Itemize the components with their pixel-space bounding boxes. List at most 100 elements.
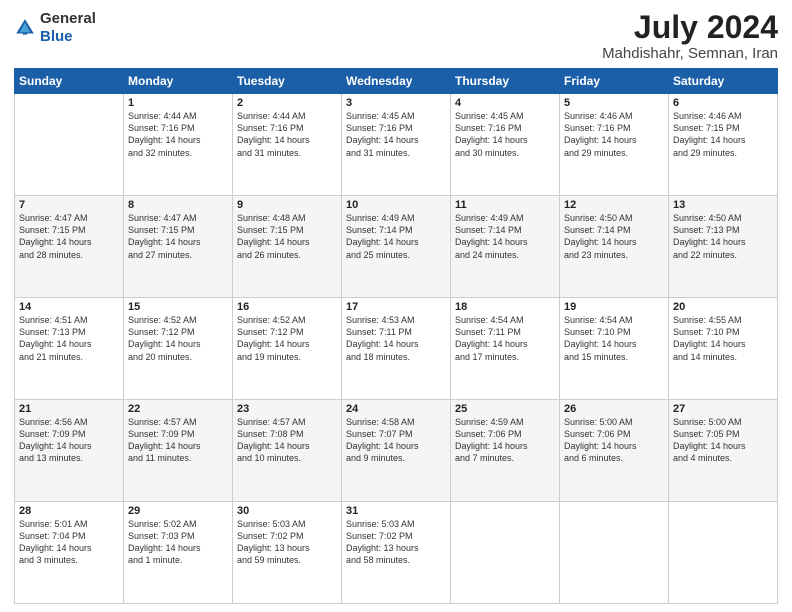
calendar-cell: 23Sunrise: 4:57 AM Sunset: 7:08 PM Dayli… xyxy=(233,400,342,502)
cell-date-number: 21 xyxy=(19,403,119,415)
calendar-cell: 19Sunrise: 4:54 AM Sunset: 7:10 PM Dayli… xyxy=(560,298,669,400)
cell-date-number: 28 xyxy=(19,505,119,517)
calendar-cell: 30Sunrise: 5:03 AM Sunset: 7:02 PM Dayli… xyxy=(233,502,342,604)
calendar-cell: 6Sunrise: 4:46 AM Sunset: 7:15 PM Daylig… xyxy=(669,94,778,196)
calendar-cell: 4Sunrise: 4:45 AM Sunset: 7:16 PM Daylig… xyxy=(451,94,560,196)
calendar-cell: 18Sunrise: 4:54 AM Sunset: 7:11 PM Dayli… xyxy=(451,298,560,400)
cell-date-number: 16 xyxy=(237,301,337,313)
calendar-cell: 1Sunrise: 4:44 AM Sunset: 7:16 PM Daylig… xyxy=(124,94,233,196)
cell-date-number: 22 xyxy=(128,403,228,415)
calendar-week-row: 21Sunrise: 4:56 AM Sunset: 7:09 PM Dayli… xyxy=(15,400,778,502)
cell-info: Sunrise: 4:50 AM Sunset: 7:14 PM Dayligh… xyxy=(564,212,664,261)
day-header-thursday: Thursday xyxy=(451,69,560,94)
calendar-cell xyxy=(451,502,560,604)
cell-info: Sunrise: 4:54 AM Sunset: 7:10 PM Dayligh… xyxy=(564,314,664,363)
cell-date-number: 1 xyxy=(128,97,228,109)
calendar-cell xyxy=(15,94,124,196)
day-header-wednesday: Wednesday xyxy=(342,69,451,94)
cell-info: Sunrise: 5:03 AM Sunset: 7:02 PM Dayligh… xyxy=(346,518,446,567)
cell-date-number: 26 xyxy=(564,403,664,415)
calendar-cell: 10Sunrise: 4:49 AM Sunset: 7:14 PM Dayli… xyxy=(342,196,451,298)
calendar-cell: 12Sunrise: 4:50 AM Sunset: 7:14 PM Dayli… xyxy=(560,196,669,298)
cell-info: Sunrise: 4:49 AM Sunset: 7:14 PM Dayligh… xyxy=(346,212,446,261)
calendar-week-row: 1Sunrise: 4:44 AM Sunset: 7:16 PM Daylig… xyxy=(15,94,778,196)
cell-info: Sunrise: 4:53 AM Sunset: 7:11 PM Dayligh… xyxy=(346,314,446,363)
cell-info: Sunrise: 4:46 AM Sunset: 7:15 PM Dayligh… xyxy=(673,110,773,159)
cell-info: Sunrise: 4:56 AM Sunset: 7:09 PM Dayligh… xyxy=(19,416,119,465)
cell-info: Sunrise: 4:52 AM Sunset: 7:12 PM Dayligh… xyxy=(128,314,228,363)
cell-info: Sunrise: 4:46 AM Sunset: 7:16 PM Dayligh… xyxy=(564,110,664,159)
cell-date-number: 30 xyxy=(237,505,337,517)
cell-date-number: 8 xyxy=(128,199,228,211)
calendar-cell: 24Sunrise: 4:58 AM Sunset: 7:07 PM Dayli… xyxy=(342,400,451,502)
cell-date-number: 4 xyxy=(455,97,555,109)
cell-info: Sunrise: 4:57 AM Sunset: 7:09 PM Dayligh… xyxy=(128,416,228,465)
logo-blue: Blue xyxy=(40,28,73,45)
logo-text: General Blue xyxy=(40,10,96,46)
calendar-cell: 7Sunrise: 4:47 AM Sunset: 7:15 PM Daylig… xyxy=(15,196,124,298)
day-header-tuesday: Tuesday xyxy=(233,69,342,94)
cell-info: Sunrise: 4:50 AM Sunset: 7:13 PM Dayligh… xyxy=(673,212,773,261)
calendar-cell: 26Sunrise: 5:00 AM Sunset: 7:06 PM Dayli… xyxy=(560,400,669,502)
day-header-saturday: Saturday xyxy=(669,69,778,94)
header: General Blue July 2024 Mahdishahr, Semna… xyxy=(14,10,778,62)
cell-date-number: 24 xyxy=(346,403,446,415)
cell-info: Sunrise: 4:48 AM Sunset: 7:15 PM Dayligh… xyxy=(237,212,337,261)
cell-info: Sunrise: 4:59 AM Sunset: 7:06 PM Dayligh… xyxy=(455,416,555,465)
cell-info: Sunrise: 4:44 AM Sunset: 7:16 PM Dayligh… xyxy=(128,110,228,159)
calendar-cell: 11Sunrise: 4:49 AM Sunset: 7:14 PM Dayli… xyxy=(451,196,560,298)
cell-date-number: 6 xyxy=(673,97,773,109)
cell-date-number: 10 xyxy=(346,199,446,211)
calendar-cell: 31Sunrise: 5:03 AM Sunset: 7:02 PM Dayli… xyxy=(342,502,451,604)
cell-info: Sunrise: 4:44 AM Sunset: 7:16 PM Dayligh… xyxy=(237,110,337,159)
cell-date-number: 19 xyxy=(564,301,664,313)
day-header-friday: Friday xyxy=(560,69,669,94)
cell-info: Sunrise: 4:58 AM Sunset: 7:07 PM Dayligh… xyxy=(346,416,446,465)
cell-info: Sunrise: 4:57 AM Sunset: 7:08 PM Dayligh… xyxy=(237,416,337,465)
calendar-header-row: SundayMondayTuesdayWednesdayThursdayFrid… xyxy=(15,69,778,94)
cell-date-number: 25 xyxy=(455,403,555,415)
calendar-cell: 16Sunrise: 4:52 AM Sunset: 7:12 PM Dayli… xyxy=(233,298,342,400)
cell-date-number: 2 xyxy=(237,97,337,109)
calendar-cell: 15Sunrise: 4:52 AM Sunset: 7:12 PM Dayli… xyxy=(124,298,233,400)
cell-info: Sunrise: 5:03 AM Sunset: 7:02 PM Dayligh… xyxy=(237,518,337,567)
cell-info: Sunrise: 4:49 AM Sunset: 7:14 PM Dayligh… xyxy=(455,212,555,261)
sub-title: Mahdishahr, Semnan, Iran xyxy=(602,45,778,62)
cell-info: Sunrise: 4:45 AM Sunset: 7:16 PM Dayligh… xyxy=(455,110,555,159)
cell-date-number: 15 xyxy=(128,301,228,313)
calendar-cell: 25Sunrise: 4:59 AM Sunset: 7:06 PM Dayli… xyxy=(451,400,560,502)
cell-date-number: 7 xyxy=(19,199,119,211)
cell-date-number: 3 xyxy=(346,97,446,109)
cell-info: Sunrise: 5:00 AM Sunset: 7:05 PM Dayligh… xyxy=(673,416,773,465)
calendar-cell: 3Sunrise: 4:45 AM Sunset: 7:16 PM Daylig… xyxy=(342,94,451,196)
cell-date-number: 14 xyxy=(19,301,119,313)
cell-date-number: 5 xyxy=(564,97,664,109)
calendar-cell: 29Sunrise: 5:02 AM Sunset: 7:03 PM Dayli… xyxy=(124,502,233,604)
calendar-table: SundayMondayTuesdayWednesdayThursdayFrid… xyxy=(14,68,778,604)
calendar-cell: 21Sunrise: 4:56 AM Sunset: 7:09 PM Dayli… xyxy=(15,400,124,502)
logo-general: General xyxy=(40,10,96,27)
page: General Blue July 2024 Mahdishahr, Semna… xyxy=(0,0,792,612)
cell-date-number: 12 xyxy=(564,199,664,211)
cell-date-number: 11 xyxy=(455,199,555,211)
calendar-cell: 2Sunrise: 4:44 AM Sunset: 7:16 PM Daylig… xyxy=(233,94,342,196)
cell-info: Sunrise: 4:54 AM Sunset: 7:11 PM Dayligh… xyxy=(455,314,555,363)
cell-info: Sunrise: 4:45 AM Sunset: 7:16 PM Dayligh… xyxy=(346,110,446,159)
day-header-sunday: Sunday xyxy=(15,69,124,94)
cell-date-number: 23 xyxy=(237,403,337,415)
cell-info: Sunrise: 4:47 AM Sunset: 7:15 PM Dayligh… xyxy=(19,212,119,261)
cell-info: Sunrise: 4:47 AM Sunset: 7:15 PM Dayligh… xyxy=(128,212,228,261)
title-block: July 2024 Mahdishahr, Semnan, Iran xyxy=(602,10,778,62)
calendar-cell: 28Sunrise: 5:01 AM Sunset: 7:04 PM Dayli… xyxy=(15,502,124,604)
calendar-cell: 27Sunrise: 5:00 AM Sunset: 7:05 PM Dayli… xyxy=(669,400,778,502)
calendar-week-row: 14Sunrise: 4:51 AM Sunset: 7:13 PM Dayli… xyxy=(15,298,778,400)
main-title: July 2024 xyxy=(602,10,778,45)
logo: General Blue xyxy=(14,10,96,46)
cell-info: Sunrise: 5:01 AM Sunset: 7:04 PM Dayligh… xyxy=(19,518,119,567)
calendar-cell: 22Sunrise: 4:57 AM Sunset: 7:09 PM Dayli… xyxy=(124,400,233,502)
cell-date-number: 17 xyxy=(346,301,446,313)
calendar-week-row: 28Sunrise: 5:01 AM Sunset: 7:04 PM Dayli… xyxy=(15,502,778,604)
calendar-cell xyxy=(669,502,778,604)
calendar-cell xyxy=(560,502,669,604)
cell-date-number: 9 xyxy=(237,199,337,211)
